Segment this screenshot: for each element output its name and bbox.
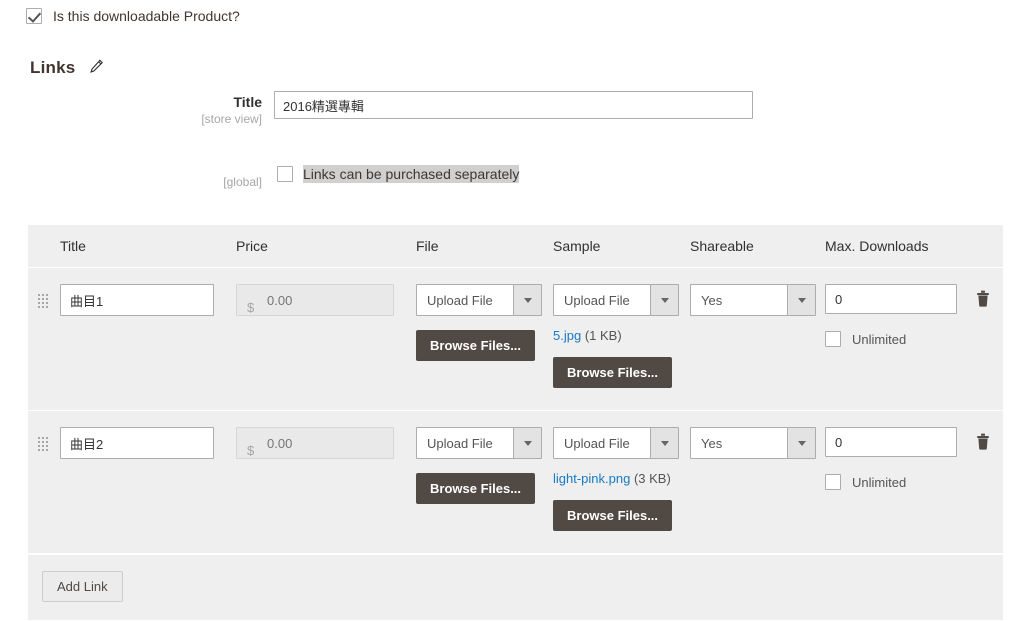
file-type-select-value: Upload File: [427, 435, 493, 451]
row-price-cell: $: [236, 427, 416, 531]
unlimited-checkbox[interactable]: [825, 331, 841, 347]
page-title: Links: [30, 58, 76, 77]
chevron-down-icon: [513, 285, 541, 315]
drag-handle-icon[interactable]: [38, 437, 48, 451]
row-sample-cell: Upload File light-pink.png (3 KB) Browse…: [553, 427, 690, 531]
shareable-select-value: Yes: [701, 435, 723, 451]
row-shareable-cell: Yes: [690, 284, 825, 388]
title-field-scope: [store view]: [201, 112, 262, 126]
row-max-downloads-cell: Unlimited: [825, 427, 975, 531]
links-title-input[interactable]: [274, 91, 753, 119]
chevron-down-icon: [513, 428, 541, 458]
column-header-shareable: Shareable: [690, 238, 754, 254]
shareable-select-value: Yes: [701, 292, 723, 308]
row-file-cell: Upload File Browse Files...: [416, 284, 553, 388]
column-header-max-downloads: Max. Downloads: [825, 238, 929, 254]
chevron-down-icon: [787, 428, 815, 458]
file-type-select[interactable]: Upload File: [416, 284, 542, 316]
row-handle-cell: [28, 284, 60, 388]
file-browse-button[interactable]: Browse Files...: [416, 330, 536, 361]
row-max-downloads-cell: Unlimited: [825, 284, 975, 388]
links-table-footer: Add Link: [28, 554, 1003, 620]
column-header-sample: Sample: [553, 238, 601, 254]
links-table-header: Title Price File Sample Shareable Max. D…: [28, 225, 1003, 268]
shareable-select[interactable]: Yes: [690, 427, 816, 459]
link-price-input[interactable]: [236, 427, 394, 459]
trash-icon[interactable]: [975, 433, 991, 454]
add-link-button[interactable]: Add Link: [42, 571, 123, 602]
row-handle-cell: [28, 427, 60, 531]
sample-browse-button[interactable]: Browse Files...: [553, 500, 673, 531]
link-price-input[interactable]: [236, 284, 394, 316]
chevron-down-icon: [650, 285, 678, 315]
purchased-separately-row: Links can be purchased separately: [277, 165, 520, 183]
link-title-input[interactable]: [60, 427, 214, 459]
shareable-select[interactable]: Yes: [690, 284, 816, 316]
currency-symbol: $: [247, 299, 255, 315]
downloadable-product-label: Is this downloadable Product?: [53, 8, 240, 24]
sample-file-link[interactable]: 5.jpg: [553, 328, 581, 343]
sample-uploaded-file: light-pink.png (3 KB): [553, 471, 690, 486]
sample-type-select[interactable]: Upload File: [553, 284, 679, 316]
column-header-title: Title: [60, 238, 86, 254]
downloadable-links-panel: Is this downloadable Product? Links Titl…: [0, 0, 1024, 621]
row-title-cell: [60, 284, 236, 388]
file-type-select-value: Upload File: [427, 292, 493, 308]
downloadable-product-checkbox[interactable]: [26, 8, 42, 24]
chevron-down-icon: [787, 285, 815, 315]
row-file-cell: Upload File Browse Files...: [416, 427, 553, 531]
sample-file-link[interactable]: light-pink.png: [553, 471, 630, 486]
max-downloads-input[interactable]: [825, 427, 957, 457]
max-downloads-input[interactable]: [825, 284, 957, 314]
unlimited-row: Unlimited: [825, 474, 975, 490]
column-header-file: File: [416, 238, 439, 254]
table-row: $ Upload File Browse Files... Upload Fil…: [28, 411, 1003, 554]
file-type-select[interactable]: Upload File: [416, 427, 542, 459]
sample-type-select[interactable]: Upload File: [553, 427, 679, 459]
link-title-input[interactable]: [60, 284, 214, 316]
links-section-heading: Links: [30, 58, 104, 78]
pencil-icon[interactable]: [89, 59, 104, 77]
sample-browse-button[interactable]: Browse Files...: [553, 357, 673, 388]
row-sample-cell: Upload File 5.jpg (1 KB) Browse Files...: [553, 284, 690, 388]
chevron-down-icon: [650, 428, 678, 458]
sample-file-size: (1 KB): [584, 328, 622, 343]
unlimited-label: Unlimited: [852, 474, 907, 490]
title-field-label: Title: [233, 94, 262, 110]
row-title-cell: [60, 427, 236, 531]
sample-uploaded-file: 5.jpg (1 KB): [553, 328, 690, 343]
file-browse-button[interactable]: Browse Files...: [416, 473, 536, 504]
row-shareable-cell: Yes: [690, 427, 825, 531]
unlimited-label: Unlimited: [852, 331, 907, 347]
downloadable-product-row: Is this downloadable Product?: [26, 8, 240, 24]
unlimited-row: Unlimited: [825, 331, 975, 347]
currency-symbol: $: [247, 442, 255, 458]
unlimited-checkbox[interactable]: [825, 474, 841, 490]
links-table: Title Price File Sample Shareable Max. D…: [28, 225, 1003, 620]
row-delete-cell: [975, 284, 1003, 388]
table-row: $ Upload File Browse Files... Upload Fil…: [28, 268, 1003, 411]
sample-file-size: (3 KB): [633, 471, 671, 486]
purchased-separately-scope: [global]: [223, 175, 262, 189]
purchased-separately-label: Links can be purchased separately: [303, 165, 520, 183]
title-field-label-group: Title [store view]: [62, 94, 262, 126]
column-header-price: Price: [236, 238, 268, 254]
sample-type-select-value: Upload File: [564, 292, 630, 308]
sample-type-select-value: Upload File: [564, 435, 630, 451]
row-price-cell: $: [236, 284, 416, 388]
purchased-separately-checkbox[interactable]: [277, 166, 293, 182]
drag-handle-icon[interactable]: [38, 294, 48, 308]
trash-icon[interactable]: [975, 290, 991, 311]
row-delete-cell: [975, 427, 1003, 531]
